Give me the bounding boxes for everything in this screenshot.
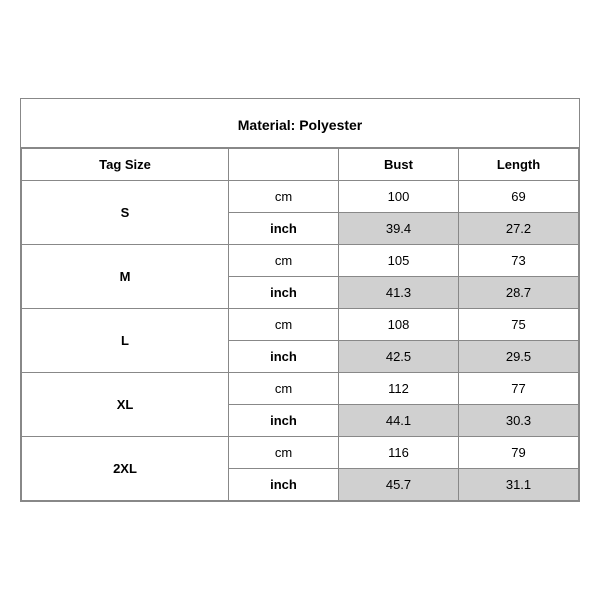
bust-cm: 116 (339, 437, 459, 469)
unit-inch: inch (229, 341, 339, 373)
chart-title: Material: Polyester (21, 99, 579, 148)
size-table: Tag Size Bust Length Scm10069inch39.427.… (21, 148, 579, 501)
unit-inch: inch (229, 277, 339, 309)
unit-inch: inch (229, 469, 339, 501)
bust-cm: 105 (339, 245, 459, 277)
size-label: M (22, 245, 229, 309)
table-row: Scm10069 (22, 181, 579, 213)
header-unit (229, 149, 339, 181)
bust-inch: 45.7 (339, 469, 459, 501)
unit-inch: inch (229, 213, 339, 245)
header-bust: Bust (339, 149, 459, 181)
table-row: Mcm10573 (22, 245, 579, 277)
table-row: Lcm10875 (22, 309, 579, 341)
header-length: Length (459, 149, 579, 181)
unit-inch: inch (229, 405, 339, 437)
size-label: 2XL (22, 437, 229, 501)
size-label: S (22, 181, 229, 245)
unit-cm: cm (229, 373, 339, 405)
bust-inch: 39.4 (339, 213, 459, 245)
bust-cm: 112 (339, 373, 459, 405)
length-inch: 29.5 (459, 341, 579, 373)
length-cm: 73 (459, 245, 579, 277)
length-inch: 28.7 (459, 277, 579, 309)
length-cm: 79 (459, 437, 579, 469)
length-cm: 75 (459, 309, 579, 341)
bust-cm: 100 (339, 181, 459, 213)
length-inch: 31.1 (459, 469, 579, 501)
bust-inch: 41.3 (339, 277, 459, 309)
bust-inch: 42.5 (339, 341, 459, 373)
unit-cm: cm (229, 245, 339, 277)
length-cm: 69 (459, 181, 579, 213)
unit-cm: cm (229, 437, 339, 469)
length-inch: 27.2 (459, 213, 579, 245)
unit-cm: cm (229, 309, 339, 341)
table-row: XLcm11277 (22, 373, 579, 405)
size-label: L (22, 309, 229, 373)
size-chart-container: Material: Polyester Tag Size Bust Length… (20, 98, 580, 502)
header-tag-size: Tag Size (22, 149, 229, 181)
unit-cm: cm (229, 181, 339, 213)
bust-cm: 108 (339, 309, 459, 341)
size-label: XL (22, 373, 229, 437)
length-cm: 77 (459, 373, 579, 405)
table-header-row: Tag Size Bust Length (22, 149, 579, 181)
length-inch: 30.3 (459, 405, 579, 437)
bust-inch: 44.1 (339, 405, 459, 437)
table-row: 2XLcm11679 (22, 437, 579, 469)
